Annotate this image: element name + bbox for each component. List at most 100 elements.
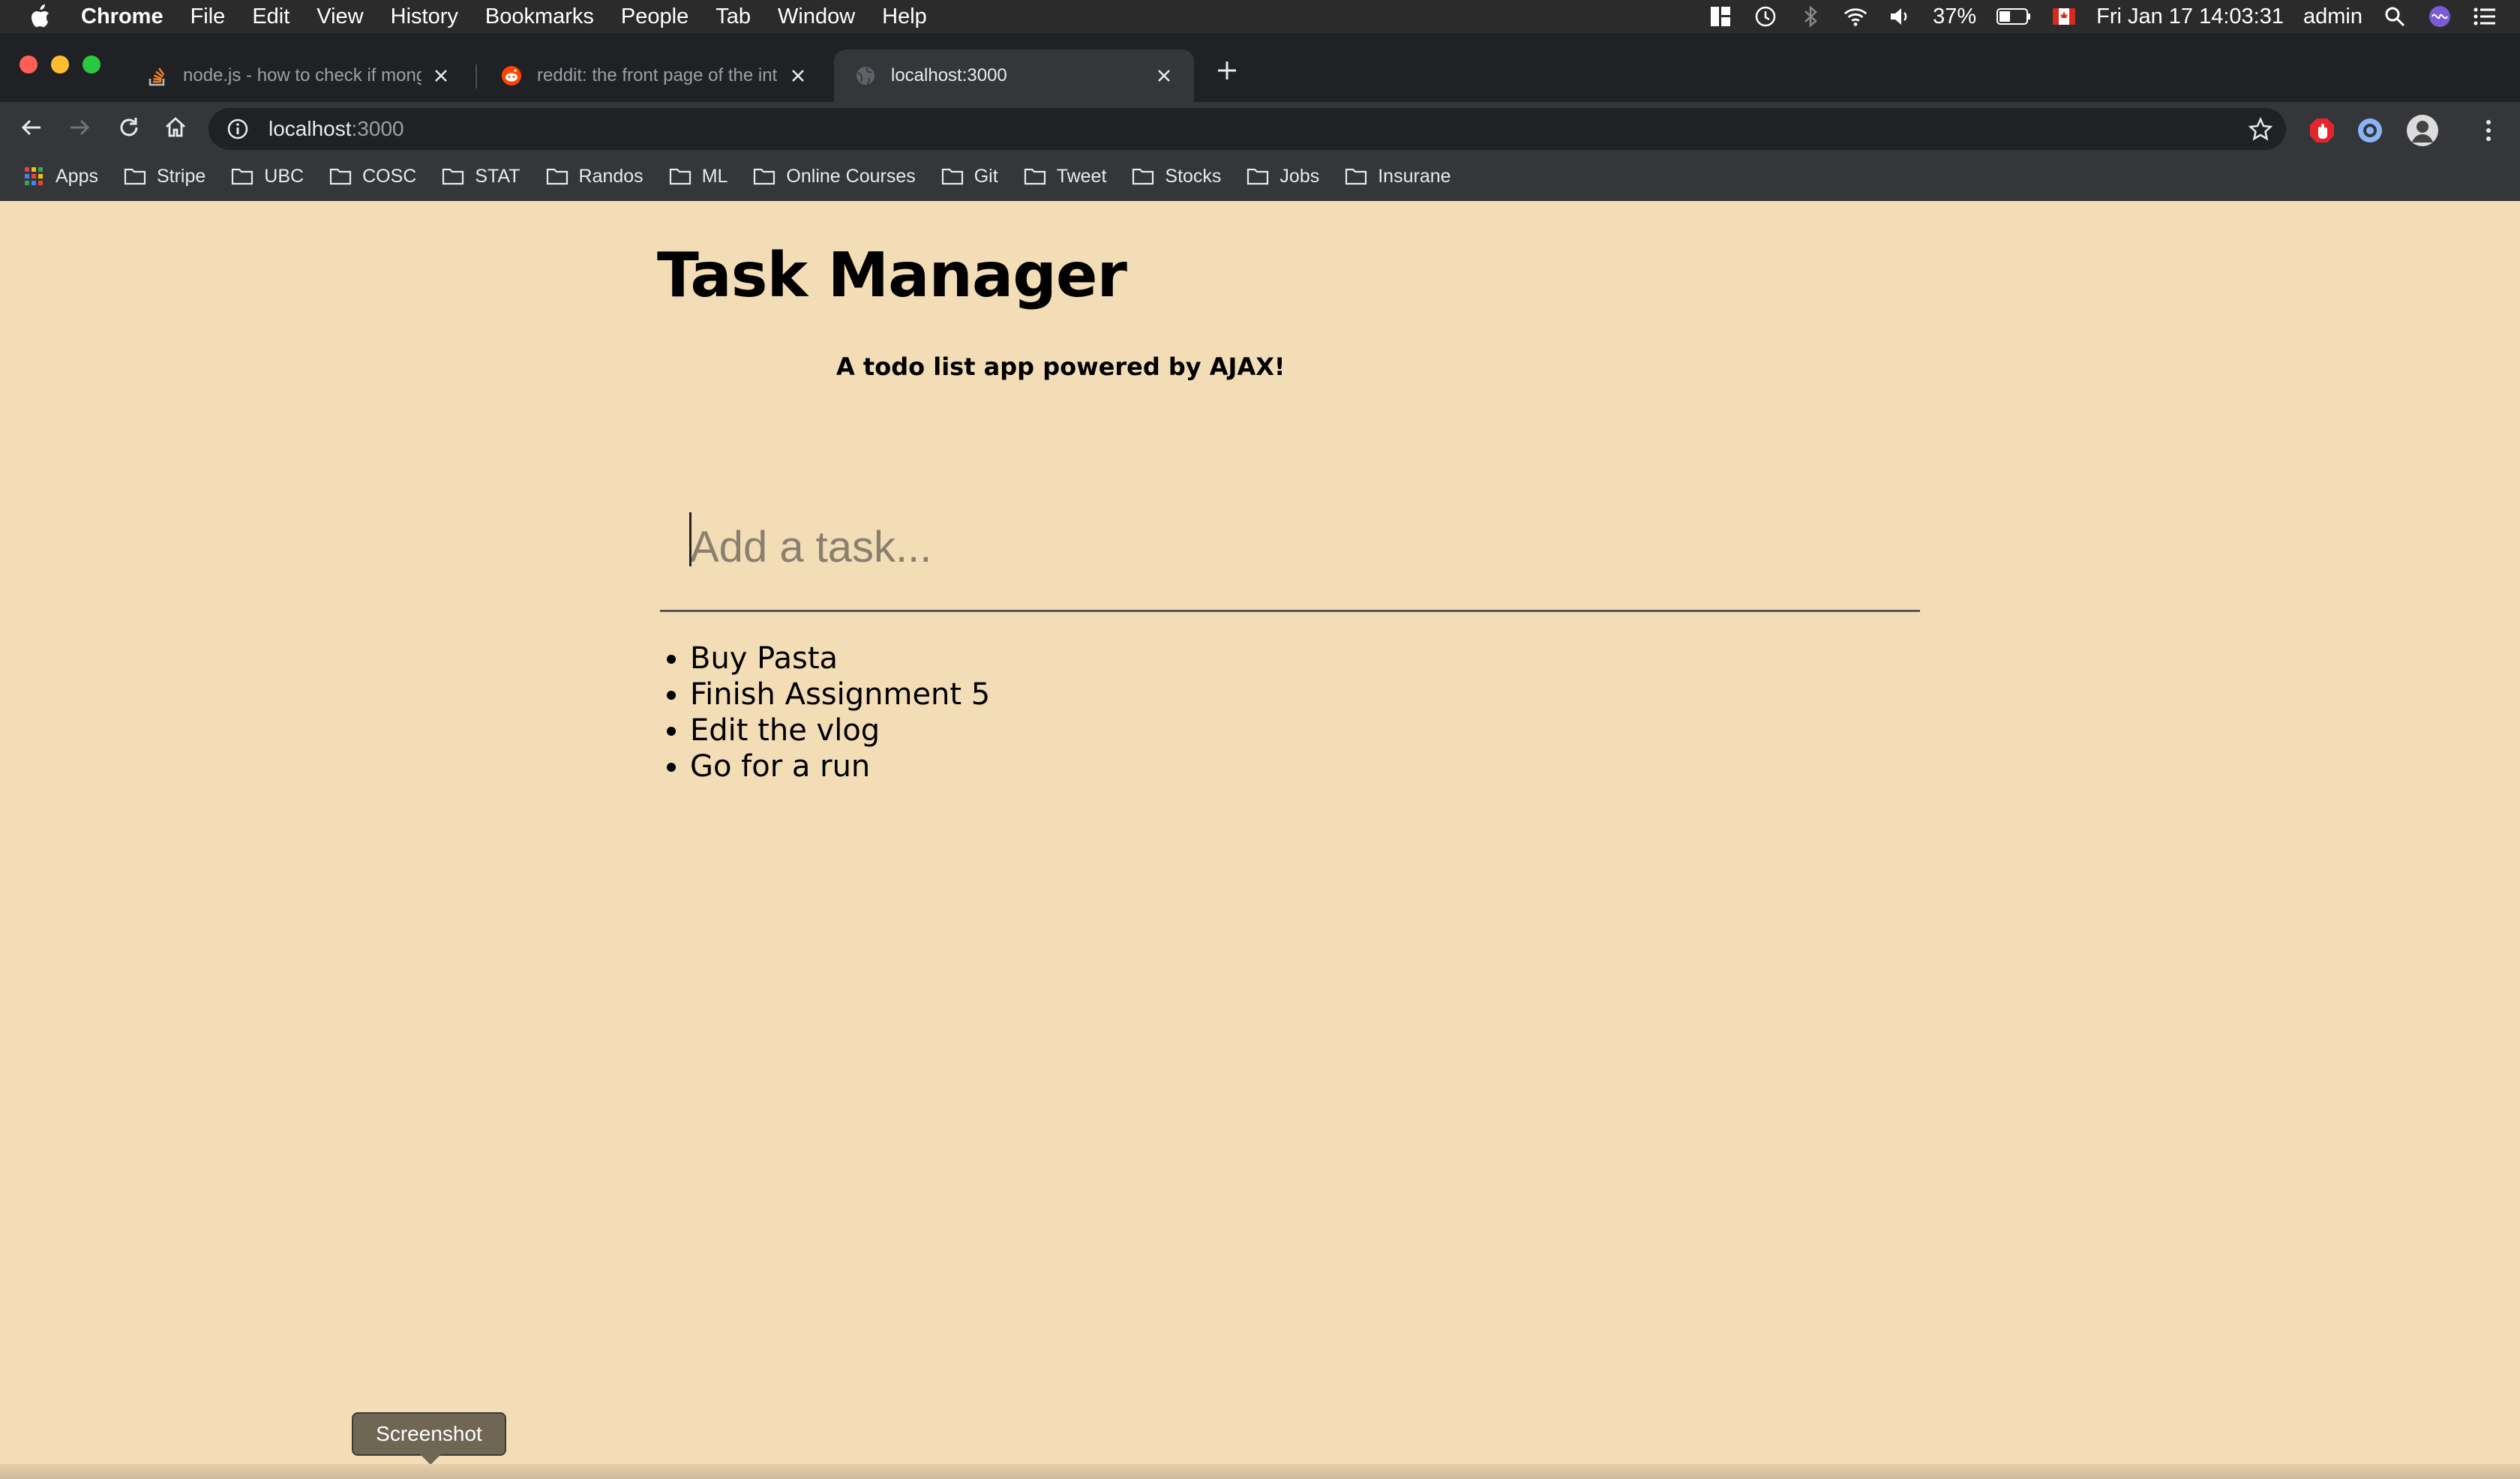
address-bar[interactable]: localhost:3000 xyxy=(208,108,2286,150)
close-tab-icon[interactable] xyxy=(789,67,807,85)
home-button[interactable] xyxy=(159,111,192,144)
menu-bookmarks[interactable]: Bookmarks xyxy=(485,4,594,29)
bookmark-apps[interactable]: Apps xyxy=(22,166,98,188)
battery-icon[interactable] xyxy=(1996,4,2032,29)
notification-center-icon[interactable] xyxy=(2472,4,2498,29)
bookmarks-bar: Apps Stripe UBC COSC STAT Randos ML Onli… xyxy=(0,158,1477,195)
menu-tab[interactable]: Tab xyxy=(716,4,751,29)
bookmark-folder-ubc[interactable]: UBC xyxy=(231,166,304,188)
profile-avatar[interactable] xyxy=(2403,114,2442,147)
folder-icon xyxy=(753,166,776,186)
bookmark-folder-ml[interactable]: ML xyxy=(669,166,728,188)
bookmark-label: Jobs xyxy=(1280,165,1320,187)
apps-grid-icon xyxy=(22,166,45,186)
bookmark-folder-randos[interactable]: Randos xyxy=(546,166,644,188)
forward-button[interactable] xyxy=(63,111,96,144)
url-port: :3000 xyxy=(351,117,404,140)
menu-people[interactable]: People xyxy=(621,4,688,29)
tab-localhost[interactable]: localhost:3000 xyxy=(834,50,1194,102)
bookmark-label: Apps xyxy=(56,165,98,187)
bookmark-label: ML xyxy=(701,165,728,187)
menu-app-name[interactable]: Chrome xyxy=(81,4,164,29)
dock-edge xyxy=(0,1464,2520,1479)
new-tab-button[interactable] xyxy=(1212,56,1242,86)
bookmark-folder-tweet[interactable]: Tweet xyxy=(1024,165,1107,188)
tab-stackoverflow[interactable]: node.js - how to check if mong xyxy=(126,50,471,102)
tab-separator xyxy=(476,64,477,88)
bookmark-label: UBC xyxy=(264,165,304,187)
extension-icon[interactable] xyxy=(2355,116,2385,146)
dock-tooltip-arrow xyxy=(420,1454,441,1465)
volume-icon[interactable] xyxy=(1888,4,1913,29)
bookmark-folder-git[interactable]: Git xyxy=(941,166,998,188)
menu-bar-status-area: 37% Fri Jan 17 14:03:31 admin xyxy=(1708,0,2498,33)
bookmark-label: Git xyxy=(974,165,998,187)
tab-title: node.js - how to check if mong xyxy=(183,65,422,86)
reddit-icon xyxy=(501,65,522,86)
window-controls xyxy=(20,56,100,74)
folder-icon xyxy=(546,166,568,186)
chrome-menu-icon[interactable] xyxy=(2474,116,2504,146)
tab-reddit[interactable]: reddit: the front page of the int xyxy=(480,50,828,102)
close-tab-icon[interactable] xyxy=(432,67,450,85)
menu-bar-user[interactable]: admin xyxy=(2303,4,2362,29)
menu-bar-clock[interactable]: Fri Jan 17 14:03:31 xyxy=(2096,4,2284,29)
folder-icon xyxy=(1132,166,1154,186)
text-cursor xyxy=(689,512,692,566)
bookmark-star-icon[interactable] xyxy=(2248,116,2273,141)
spotlight-search-icon[interactable] xyxy=(2382,4,2408,29)
bookmark-label: Stripe xyxy=(156,165,206,187)
site-info-icon[interactable] xyxy=(226,118,249,140)
siri-icon[interactable] xyxy=(2427,4,2452,29)
menu-history[interactable]: History xyxy=(391,4,458,29)
wifi-icon[interactable] xyxy=(1843,4,1868,29)
close-window-button[interactable] xyxy=(20,56,38,74)
bookmark-label: STAT xyxy=(475,165,520,187)
task-item[interactable]: Go for a run xyxy=(690,748,990,784)
add-task-input[interactable] xyxy=(660,484,1920,612)
folder-icon xyxy=(1246,166,1269,186)
bookmark-folder-online-courses[interactable]: Online Courses xyxy=(753,165,916,188)
folder-icon xyxy=(329,166,352,186)
folder-icon xyxy=(941,166,964,186)
menu-help[interactable]: Help xyxy=(882,4,927,29)
bookmark-folder-cosc[interactable]: COSC xyxy=(329,166,416,188)
folder-icon xyxy=(442,166,464,186)
task-item[interactable]: Buy Pasta xyxy=(690,640,990,676)
task-item[interactable]: Finish Assignment 5 xyxy=(690,676,990,712)
menu-file[interactable]: File xyxy=(190,4,226,29)
apple-menu-icon[interactable] xyxy=(28,3,56,30)
bookmark-label: Tweet xyxy=(1056,165,1107,187)
battery-percent: 37% xyxy=(1933,4,1977,28)
tab-title: localhost:3000 xyxy=(891,65,1007,86)
minimize-window-button[interactable] xyxy=(51,56,69,74)
maximize-window-button[interactable] xyxy=(82,56,100,74)
bookmark-folder-stocks[interactable]: Stocks xyxy=(1132,166,1221,188)
bookmark-folder-jobs[interactable]: Jobs xyxy=(1246,166,1319,188)
adblock-extension-icon[interactable] xyxy=(2307,116,2337,146)
bluetooth-icon[interactable] xyxy=(1798,4,1823,29)
menu-view[interactable]: View xyxy=(316,4,363,29)
back-button[interactable] xyxy=(15,111,48,144)
browser-tab-strip: node.js - how to check if mong reddit: t… xyxy=(0,33,2520,102)
menu-window[interactable]: Window xyxy=(778,4,855,29)
page-subtitle: A todo list app powered by AJAX! xyxy=(836,352,1286,381)
bookmark-folder-stat[interactable]: STAT xyxy=(442,166,520,188)
window-layout-icon[interactable] xyxy=(1708,4,1733,29)
bookmark-label: Online Courses xyxy=(786,165,916,187)
menu-edit[interactable]: Edit xyxy=(252,4,290,29)
task-item[interactable]: Edit the vlog xyxy=(690,712,990,748)
canada-flag-icon[interactable] xyxy=(2051,4,2077,29)
page-title: Task Manager xyxy=(657,240,1127,311)
bookmark-label: Insurane xyxy=(1378,165,1451,187)
reload-button[interactable] xyxy=(112,111,146,144)
time-machine-icon[interactable] xyxy=(1753,4,1778,29)
folder-icon xyxy=(124,166,146,186)
bookmark-folder-stripe[interactable]: Stripe xyxy=(124,166,206,188)
tab-title: reddit: the front page of the int xyxy=(537,65,778,86)
folder-icon xyxy=(1024,166,1046,186)
macos-menu-bar: Chrome File Edit View History Bookmarks … xyxy=(0,0,2520,33)
url-host: localhost xyxy=(268,117,352,140)
bookmark-folder-insurane[interactable]: Insurane xyxy=(1345,165,1451,188)
close-tab-icon[interactable] xyxy=(1155,67,1173,85)
